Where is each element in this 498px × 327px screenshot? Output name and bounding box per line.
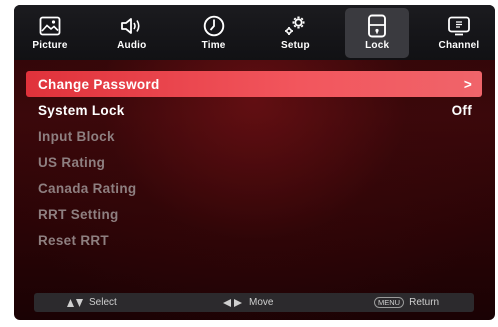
clock-icon <box>201 13 227 39</box>
left-right-arrows-icon <box>222 298 244 308</box>
menu-item-change-password[interactable]: Change Password > <box>26 71 482 97</box>
picture-icon <box>37 13 63 39</box>
tab-channel[interactable]: Channel <box>427 8 491 58</box>
tab-audio[interactable]: Audio <box>100 8 164 58</box>
gears-icon <box>282 13 308 39</box>
select-hint: Select <box>66 293 117 312</box>
speaker-icon <box>119 13 145 39</box>
menu-item-rrt-setting: RRT Setting <box>26 201 482 227</box>
move-hint-label: Move <box>249 297 274 308</box>
tab-label: Setup <box>281 40 310 51</box>
select-hint-label: Select <box>89 297 117 308</box>
menu-item-reset-rrt: Reset RRT <box>26 227 482 253</box>
menu-item-system-lock[interactable]: System Lock Off <box>26 97 482 123</box>
menu-item-label: Input Block <box>38 128 115 144</box>
menu-key-badge: MENU <box>374 297 405 308</box>
menu-item-input-block: Input Block <box>26 123 482 149</box>
menu-item-label: US Rating <box>38 154 106 170</box>
menu-item-label: RRT Setting <box>38 206 119 222</box>
tab-picture[interactable]: Picture <box>18 8 82 58</box>
tab-lock[interactable]: Lock <box>345 8 410 58</box>
help-bar: Select Move MENU Return <box>34 293 474 312</box>
chevron-right-icon: > <box>463 76 472 92</box>
tab-time[interactable]: Time <box>182 8 246 58</box>
menu-tab-bar: Picture Audio Time Setup Lock Channel <box>14 5 495 60</box>
lock-icon <box>364 13 390 39</box>
tab-label: Channel <box>438 40 480 51</box>
osd-screen: Picture Audio Time Setup Lock Channel Ch… <box>14 5 495 320</box>
tv-frame: Picture Audio Time Setup Lock Channel Ch… <box>0 0 498 327</box>
tab-label: Picture <box>32 40 68 51</box>
lock-menu: Change Password > System Lock Off Input … <box>26 71 482 253</box>
menu-item-label: Canada Rating <box>38 180 137 196</box>
return-hint-label: Return <box>409 297 440 308</box>
menu-item-label: Change Password <box>38 76 160 92</box>
menu-item-canada-rating: Canada Rating <box>26 175 482 201</box>
tv-icon <box>446 13 472 39</box>
menu-item-value: Off <box>451 102 472 118</box>
tab-label: Time <box>201 40 226 51</box>
menu-item-label: Reset RRT <box>38 232 109 248</box>
menu-item-label: System Lock <box>38 102 125 118</box>
return-hint: MENU Return <box>374 293 439 312</box>
up-down-arrows-icon <box>66 298 84 308</box>
move-hint: Move <box>222 293 273 312</box>
tab-label: Lock <box>365 40 390 51</box>
menu-item-us-rating: US Rating <box>26 149 482 175</box>
tab-setup[interactable]: Setup <box>263 8 327 58</box>
tab-label: Audio <box>117 40 147 51</box>
